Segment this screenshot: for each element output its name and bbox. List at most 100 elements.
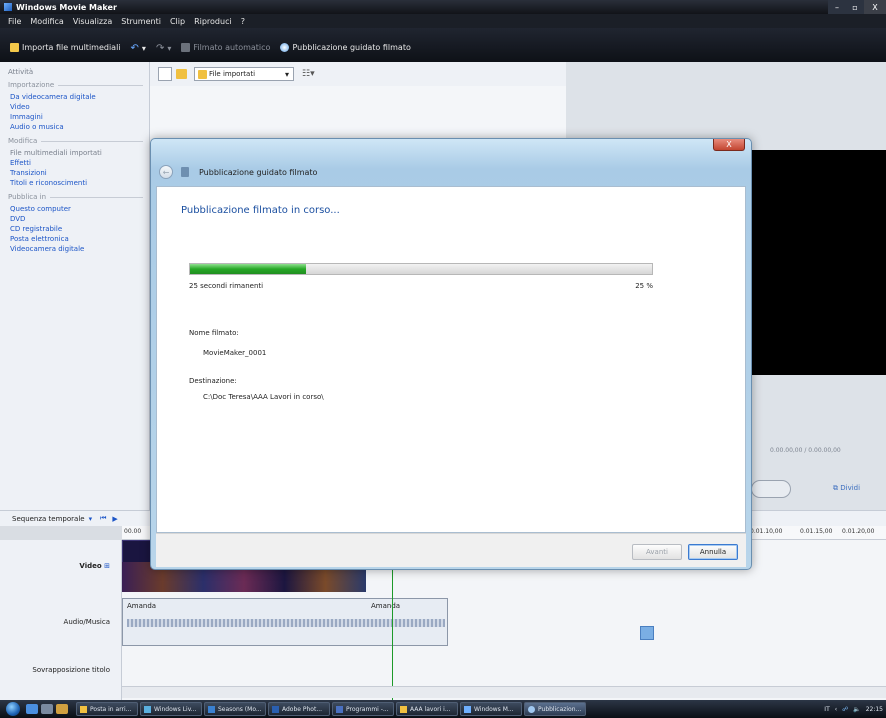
task-link[interactable]: Immagini <box>8 112 149 122</box>
task-link[interactable]: Titoli e riconoscimenti <box>8 178 149 188</box>
window-title-bar: Windows Movie Maker <box>0 0 886 14</box>
quicklaunch-icon[interactable] <box>26 704 38 714</box>
task-link[interactable]: Videocamera digitale <box>8 244 149 254</box>
taskbar-item[interactable]: Windows M... <box>460 702 522 716</box>
taskbar-item[interactable]: Posta in arri... <box>76 702 138 716</box>
progress-percent: 25 % <box>635 282 653 290</box>
collection-icon <box>198 70 207 79</box>
redo-icon: ↷ <box>155 43 165 54</box>
next-button[interactable]: Avanti <box>632 544 682 560</box>
menu-help[interactable]: ? <box>241 17 245 26</box>
dialog-footer: Avanti Annulla <box>156 533 746 567</box>
ruler-tick: 0.01.15,00 <box>800 528 833 535</box>
dialog-close-button[interactable]: X <box>713 139 745 151</box>
menu-clip[interactable]: Clip <box>170 17 185 26</box>
section-pubblica: Pubblica in <box>8 193 149 201</box>
network-icon[interactable]: ☍ <box>842 706 848 713</box>
task-link[interactable]: Video <box>8 102 149 112</box>
transition-marker[interactable] <box>640 626 654 640</box>
menu-bar: File Modifica Visualizza Strumenti Clip … <box>0 14 886 28</box>
timeline-view-select[interactable]: Sequenza temporale <box>12 515 85 523</box>
cancel-button[interactable]: Annulla <box>688 544 738 560</box>
import-media-button[interactable]: Importa file multimediali <box>10 43 121 52</box>
language-indicator[interactable]: IT <box>824 706 829 713</box>
view-options-icon[interactable]: ☷▾ <box>302 69 315 79</box>
timeline-scrollbar[interactable] <box>122 686 886 698</box>
close-button[interactable]: X <box>864 0 886 14</box>
back-button[interactable]: ← <box>159 165 173 179</box>
dialog-heading: Pubblicazione filmato in corso... <box>181 205 340 216</box>
task-link[interactable]: Transizioni <box>8 168 149 178</box>
publish-icon <box>528 705 535 713</box>
time-remaining: 25 secondi rimanenti <box>189 282 264 290</box>
publish-icon <box>280 43 290 52</box>
play-icon[interactable]: ▶ <box>112 515 117 523</box>
movie-name-value: MovieMaker_0001 <box>203 349 267 357</box>
taskbar-item[interactable]: Programmi -... <box>332 702 394 716</box>
taskbar-item[interactable]: AAA lavori i... <box>396 702 458 716</box>
task-link[interactable]: Questo computer <box>8 204 149 214</box>
document-icon <box>208 705 215 713</box>
dialog-header-title: Pubblicazione guidato filmato <box>199 167 318 177</box>
task-link[interactable]: CD registrabile <box>8 224 149 234</box>
ruler-tick: 00.00 <box>124 528 142 535</box>
expand-icon[interactable]: ⊞ <box>104 562 110 570</box>
clock[interactable]: 22:15 <box>866 706 883 713</box>
back-arrow-icon: ← <box>162 167 170 177</box>
taskbar-item[interactable]: Windows Liv... <box>140 702 202 716</box>
section-importazione: Importazione <box>8 81 149 89</box>
destination-value: C:\Doc Teresa\AAA Lavori in corso\ <box>203 393 324 401</box>
task-link[interactable]: DVD <box>8 214 149 224</box>
title-overlay-track-label: Sovrapposizione titolo <box>32 666 110 674</box>
task-link[interactable]: File multimediali importati <box>8 148 149 158</box>
playback-controls[interactable] <box>751 480 791 498</box>
minimize-button[interactable]: – <box>828 0 846 14</box>
movie-maker-icon <box>464 705 471 713</box>
split-button[interactable]: ⧉ Dividi <box>833 484 860 493</box>
collection-select[interactable]: File importati <box>194 67 294 81</box>
automovie-button[interactable]: Filmato automatico <box>181 43 270 52</box>
dropdown-icon[interactable]: ▾ <box>89 515 93 523</box>
programs-icon <box>336 705 343 713</box>
task-link[interactable]: Da videocamera digitale <box>8 92 149 102</box>
undo-button[interactable]: ↶ ▾ <box>131 43 146 54</box>
menu-strumenti[interactable]: Strumenti <box>121 17 161 26</box>
quicklaunch-icon[interactable] <box>41 704 53 714</box>
windows-logo-icon <box>6 702 20 716</box>
task-link[interactable]: Audio o musica <box>8 122 149 132</box>
wizard-icon <box>181 167 189 177</box>
ruler-tick: 0.01.10,00 <box>750 528 783 535</box>
audio-clip[interactable]: Amanda Amanda <box>122 598 448 646</box>
volume-icon[interactable]: 🔈 <box>853 706 860 713</box>
start-button[interactable] <box>0 700 26 718</box>
tray-arrow-icon[interactable]: ‹ <box>835 706 837 713</box>
movie-maker-app-icon <box>4 3 12 11</box>
progress-fill <box>190 264 306 274</box>
menu-visualizza[interactable]: Visualizza <box>73 17 112 26</box>
taskbar-item[interactable]: Seasons (Mo... <box>204 702 266 716</box>
preview-timecode: 0.00.00,00 / 0.00.00,00 <box>770 447 841 454</box>
menu-modifica[interactable]: Modifica <box>30 17 63 26</box>
audio-clip-label: Amanda <box>371 602 401 610</box>
tasks-header: Attività <box>8 68 34 76</box>
messenger-icon <box>144 705 151 713</box>
maximize-button[interactable]: ▫ <box>846 0 864 14</box>
redo-button[interactable]: ↷ ▾ <box>156 43 171 54</box>
rewind-icon[interactable]: ⏮ <box>100 514 106 523</box>
taskbar-item[interactable]: Adobe Phot... <box>268 702 330 716</box>
tasks-pane: Attività Importazione Da videocamera dig… <box>0 62 150 510</box>
menu-file[interactable]: File <box>8 17 21 26</box>
show-tasks-button[interactable] <box>158 67 172 81</box>
dialog-body: Pubblicazione filmato in corso... 25 sec… <box>156 186 746 533</box>
taskbar-item[interactable]: Pubblicazion... <box>524 702 586 716</box>
task-link[interactable]: Posta elettronica <box>8 234 149 244</box>
publish-movie-button[interactable]: Pubblicazione guidato filmato <box>280 43 411 52</box>
window-title: Windows Movie Maker <box>16 2 117 12</box>
menu-riproduci[interactable]: Riproduci <box>194 17 232 26</box>
mail-icon <box>80 705 87 713</box>
quicklaunch-icon[interactable] <box>56 704 68 714</box>
window-controls: – ▫ X <box>828 0 886 14</box>
progress-bar <box>189 263 653 275</box>
task-link[interactable]: Effetti <box>8 158 149 168</box>
folder-icon[interactable] <box>176 69 187 79</box>
